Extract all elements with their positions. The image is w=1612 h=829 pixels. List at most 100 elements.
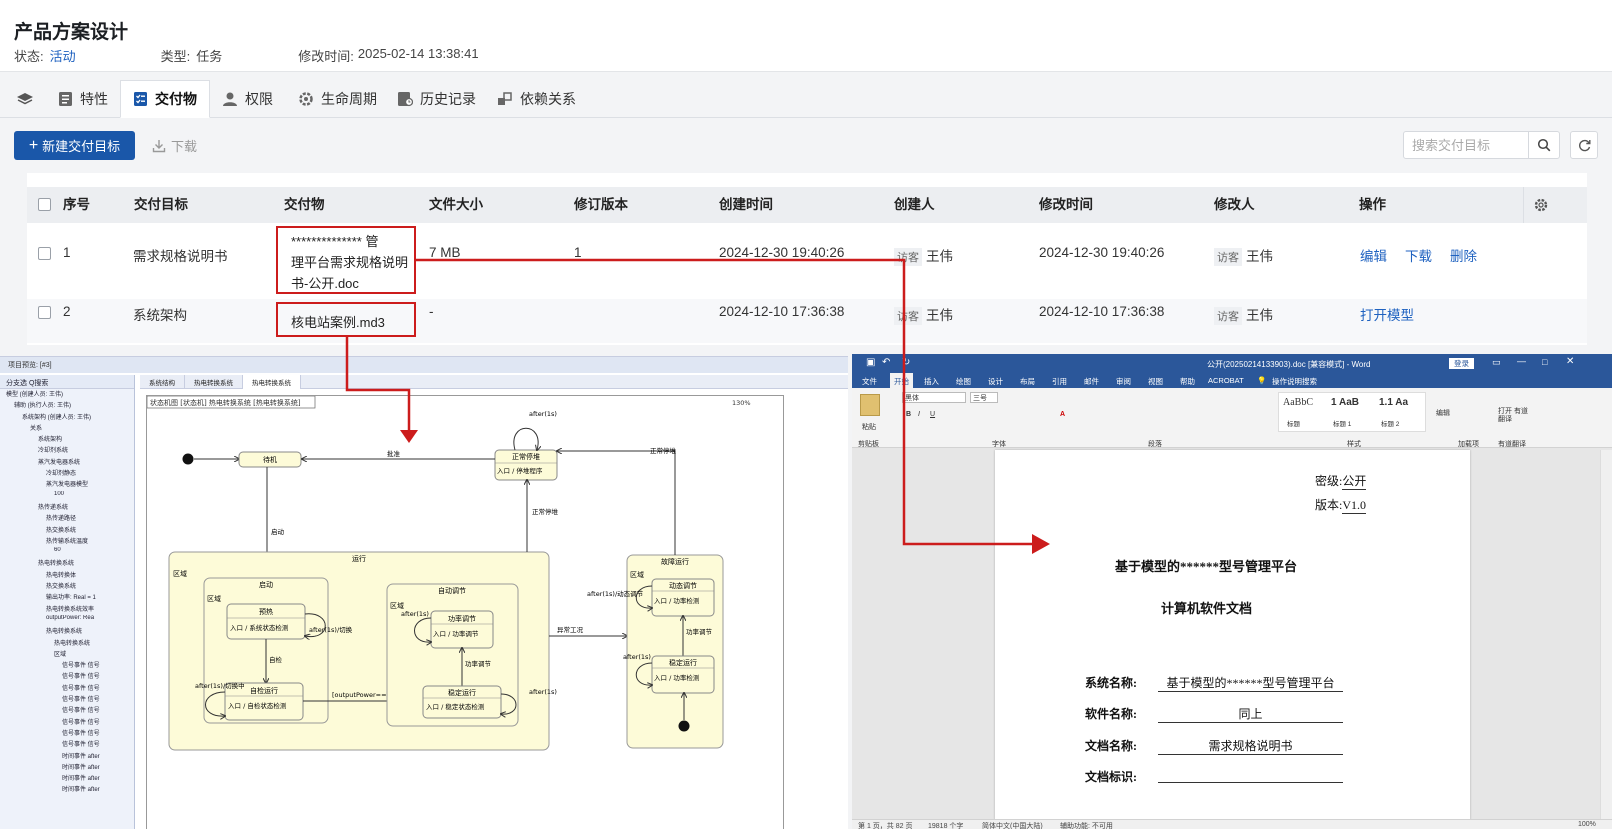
tree-node[interactable]: 蒸汽发电器系统 [0,457,134,468]
download-link[interactable]: 下载 [1405,249,1432,264]
menu-mailings[interactable]: 邮件 [1084,376,1099,387]
font-name-select[interactable]: 黑体 [902,392,966,403]
tree-node[interactable]: 热电转换系统 [0,558,134,569]
save-icon[interactable]: ▣ [866,357,875,368]
refresh-icon [1578,139,1590,151]
row-checkbox[interactable] [38,247,51,260]
diagram-tab[interactable]: 热电转换系统 [185,375,243,389]
font-color-icon[interactable]: A [1060,411,1065,418]
tree-node[interactable]: 信号事件 信号 [0,694,134,705]
close-icon[interactable]: ✕ [1566,356,1574,367]
underline-icon[interactable]: U [930,411,935,418]
tree-node[interactable]: 信号事件 信号 [0,660,134,671]
tree-node[interactable]: 信号事件 信号 [0,739,134,750]
translate-button[interactable]: 打开 有道翻译 [1498,408,1534,424]
tree-node[interactable]: 辅助 (执行人员: 王伟) [0,400,134,411]
delete-link[interactable]: 删除 [1450,249,1477,264]
italic-icon[interactable]: I [918,411,920,418]
tree-node[interactable]: 时间事件 after [0,773,134,784]
state-label: 动态调节 [669,581,697,590]
ribbon-display-icon[interactable]: ▭ [1492,357,1501,368]
menu-references[interactable]: 引用 [1052,376,1067,387]
lightbulb-icon: 💡 [1257,376,1267,385]
refresh-button[interactable] [1570,131,1598,159]
diagram-tab[interactable]: 系统结构 [140,375,185,389]
tab-deliverables[interactable]: 交付物 [120,80,210,118]
tree-node[interactable]: 关系 [0,423,134,434]
menu-acrobat[interactable]: ACROBAT [1208,376,1244,385]
tab-layers[interactable] [4,80,46,118]
tree-node[interactable]: 热传递路径 [0,513,134,524]
tree-node[interactable]: 冷却剂静态 [0,468,134,479]
open-model-link[interactable]: 打开模型 [1360,308,1414,323]
tree-node[interactable]: 热电转换系统 [0,626,134,637]
tree-node[interactable]: 热电转换体 [0,570,134,581]
row-checkbox[interactable] [38,306,51,319]
tree-node[interactable]: 热传递系统 [0,502,134,513]
undo-icon[interactable]: ↶ [882,357,890,368]
menu-review[interactable]: 审阅 [1116,376,1131,387]
minimize-icon[interactable]: — [1517,356,1526,366]
word-scrollbar[interactable] [1600,450,1612,819]
menu-draw[interactable]: 绘图 [956,376,971,387]
tree-node[interactable]: 信号事件 信号 [0,683,134,694]
tree-node[interactable]: 热交换系统 [0,581,134,592]
menu-insert[interactable]: 插入 [924,376,939,387]
login-button[interactable]: 登录 [1449,358,1474,369]
new-deliverable-button[interactable]: + 新建交付目标 [14,131,135,160]
table-row: 1 需求规格说明书 7 MB 1 2024-12-30 19:40:26 访客王… [27,223,1587,299]
tab-properties[interactable]: 特性 [46,80,120,118]
deliverable-file-link[interactable]: 核电站案例.md3 [291,312,385,331]
tree-node[interactable]: 100 [0,491,134,502]
tree-node[interactable]: 热传输系统温度 [0,536,134,547]
tree-node[interactable]: 冷却剂系统 [0,445,134,456]
redo-icon[interactable]: ↻ [902,357,910,368]
styles-gallery[interactable]: AaBbC 1 AaB 1.1 Aa 标题 标题 1 标题 2 [1278,392,1426,432]
edit-link[interactable]: 编辑 [1360,249,1387,264]
tell-me-search[interactable]: 操作说明搜索 [1272,376,1317,387]
tree-node[interactable]: 时间事件 after [0,751,134,762]
tree-node[interactable]: 信号事件 信号 [0,717,134,728]
menu-design[interactable]: 设计 [988,376,1003,387]
bold-icon[interactable]: B [906,411,911,418]
tree-node[interactable]: 信号事件 信号 [0,671,134,682]
column-header: 修改人 [1214,197,1255,212]
tree-node[interactable]: outputPower: Rea [0,615,134,626]
tree-node[interactable]: 时间事件 after [0,784,134,795]
tree-node[interactable]: 系统架构 (创建人员: 王伟) [0,412,134,423]
tab-lifecycle[interactable]: 生命周期 [286,80,389,118]
select-all-checkbox[interactable] [38,198,51,211]
tree-node[interactable]: 输出功率: Real = 1 [0,592,134,603]
tree-node[interactable]: 区域 [0,649,134,660]
download-button[interactable]: 下载 [152,131,197,160]
tree-node[interactable]: 60 [0,547,134,558]
tree-node[interactable]: 信号事件 信号 [0,728,134,739]
tree-node[interactable]: 信号事件 信号 [0,705,134,716]
menu-layout[interactable]: 布局 [1020,376,1035,387]
tree-node[interactable]: 系统架构 [0,434,134,445]
zoom-level: 100% [1578,821,1596,828]
tree-node[interactable]: 热电转换系统效率 [0,604,134,615]
menu-help[interactable]: 帮助 [1180,376,1195,387]
paste-icon[interactable] [860,394,880,416]
column-settings-button[interactable] [1523,187,1557,223]
tree-node[interactable]: 时间事件 after [0,762,134,773]
tab-dependencies[interactable]: 依赖关系 [485,80,588,118]
font-size-select[interactable]: 三号 [970,392,998,403]
tab-permissions[interactable]: 权限 [210,80,285,118]
deliverable-file-link[interactable]: ************** 管 理平台需求规格说明 书-公开.doc [291,231,408,294]
search-button[interactable] [1528,132,1559,158]
menu-view[interactable]: 视图 [1148,376,1163,387]
tree-node[interactable]: 热交换系统 [0,525,134,536]
search-input[interactable] [1404,132,1528,158]
diagram-tab[interactable]: 热电转换系统 [243,375,301,389]
tree-node[interactable]: 蒸汽发电器模型 [0,479,134,490]
tree-node[interactable]: 模型 (创建人员: 王伟) [0,389,134,400]
tab-history[interactable]: 历史记录 [385,80,488,118]
status-value[interactable]: 活动 [50,46,130,65]
edit-button[interactable]: 编辑 [1436,408,1450,418]
maximize-icon[interactable]: □ [1542,357,1547,367]
tree-node[interactable]: 热电转换系统 [0,638,134,649]
menu-home[interactable]: 开始 [890,373,913,388]
menu-file[interactable]: 文件 [862,376,877,387]
